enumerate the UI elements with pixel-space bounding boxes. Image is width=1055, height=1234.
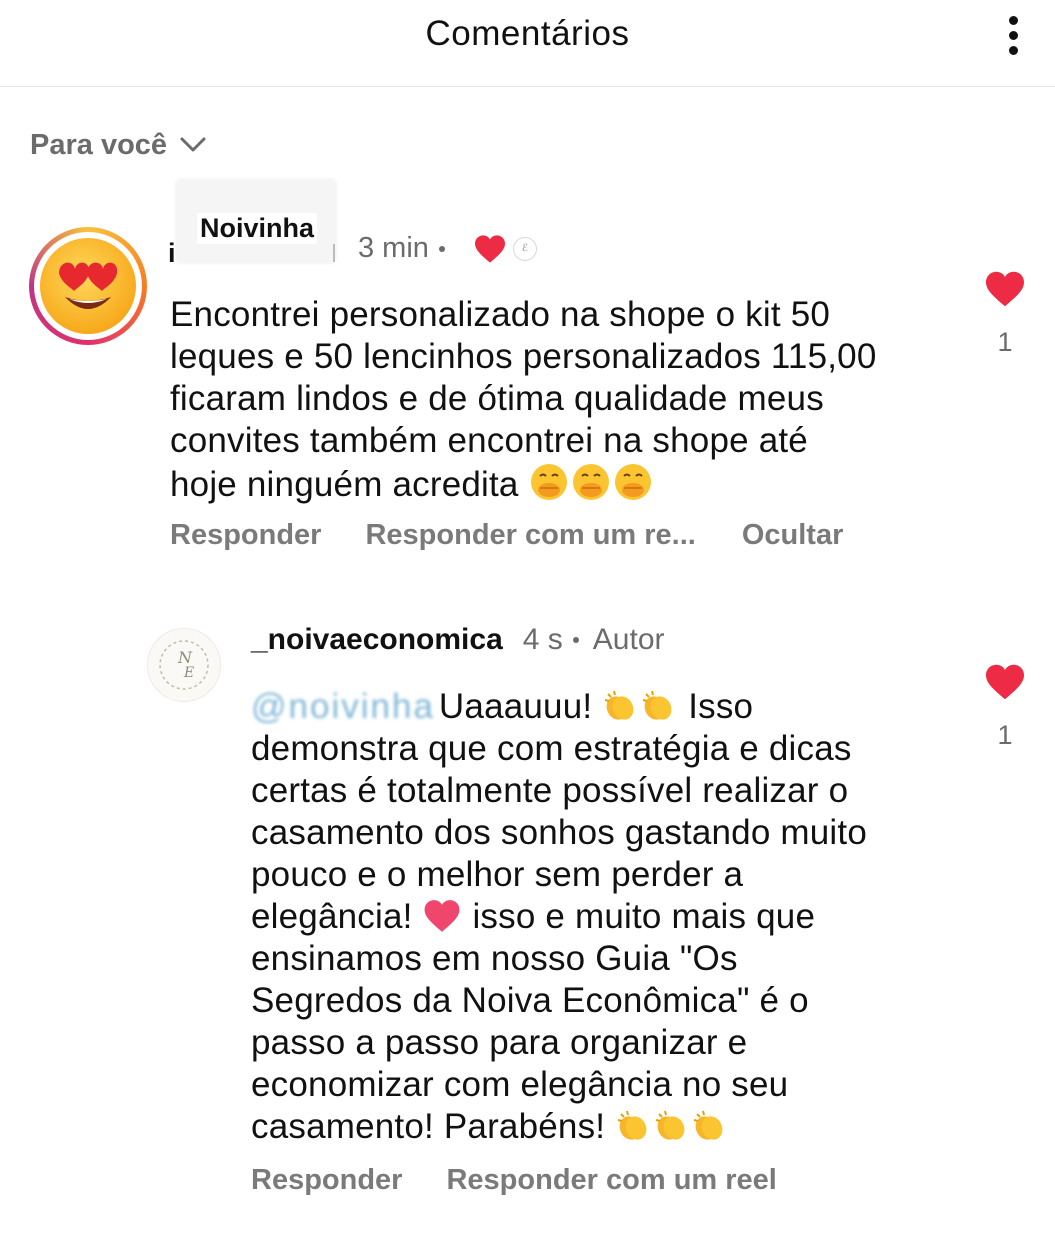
- comment-meta: 3 min ℰ: [358, 232, 537, 265]
- like-heart-icon[interactable]: [983, 270, 1027, 308]
- svg-text:E: E: [183, 665, 194, 681]
- comment-username[interactable]: Noivinha: [197, 213, 318, 244]
- reply-last-line: casamento! Parabéns!: [251, 1106, 941, 1148]
- comment-line: convites também encontrei na shope até: [170, 421, 808, 460]
- comment-last-line: hoje ninguém acredita: [170, 462, 950, 506]
- comment-line: Encontrei personalizado na shope o kit 5…: [170, 295, 831, 334]
- username-fragment: i: [168, 238, 176, 268]
- hide-button[interactable]: Ocultar: [742, 519, 844, 552]
- reply-button[interactable]: Responder: [170, 519, 321, 552]
- reply-line: casamento! Parabéns!: [251, 1107, 606, 1146]
- comment-line: hoje ninguém acredita: [170, 465, 519, 504]
- reply-first-line: @noivinha Uaaauuu! Isso: [251, 686, 941, 728]
- reply-line: elegância!: [251, 897, 413, 936]
- like-count[interactable]: 1: [982, 327, 1028, 358]
- comment-line: ficaram lindos e de ótima qualidade meus: [170, 379, 824, 418]
- reply-line: Segredos da Noiva Econômica" é o: [251, 981, 809, 1020]
- reply-line: isso e muito mais que: [472, 897, 816, 936]
- face-with-hand-over-mouth-icon: [530, 464, 567, 500]
- chevron-down-icon: [180, 137, 206, 152]
- reply-with-reel-button[interactable]: Responder com um re...: [365, 519, 695, 552]
- reply-with-reel-button[interactable]: Responder com um reel: [446, 1164, 776, 1197]
- username-fragment-bar: [333, 244, 335, 262]
- blurred-mention[interactable]: @noivinha: [251, 686, 435, 728]
- reply-line: ensinamos em nosso Guia "Os: [251, 939, 738, 978]
- reply-heart-line: elegância! isso e muito mais que: [251, 896, 941, 938]
- reply-line: economizar com elegância no seu: [251, 1065, 789, 1104]
- reply-line: passo a passo para organizar e: [251, 1023, 748, 1062]
- reply-line: certas é totalmente possível realizar o: [251, 771, 849, 810]
- reply-line: demonstra que com estratégia e dicas: [251, 729, 852, 768]
- author-mini-avatar-icon: ℰ: [512, 236, 537, 261]
- header-bar: Comentários: [0, 0, 1055, 87]
- clapping-hands-icon: [617, 1110, 647, 1140]
- comment-timestamp: 3 min: [358, 232, 429, 264]
- like-column: 1: [982, 663, 1028, 751]
- clapping-hands-icon: [605, 690, 634, 720]
- clapping-hands-icon: [643, 690, 672, 720]
- reply-username[interactable]: _noivaeconomica: [251, 623, 503, 657]
- sort-filter-dropdown[interactable]: Para você: [30, 125, 207, 165]
- face-with-hand-over-mouth-icon: [572, 464, 609, 500]
- face-with-hand-over-mouth-icon: [614, 464, 651, 500]
- reply-body: @noivinha Uaaauuu! Isso demonstra que com…: [251, 686, 941, 1148]
- sort-filter-label: Para você: [30, 128, 168, 161]
- reply-line: pouco e o melhor sem perder a: [251, 855, 744, 894]
- pink-heart-icon: [424, 900, 459, 932]
- avatar[interactable]: N E: [147, 628, 221, 702]
- comment-line: leques e 50 lencinhos personalizados 115…: [170, 337, 877, 376]
- author-badge: Autor: [592, 623, 665, 656]
- monogram-logo-icon: N E: [159, 640, 209, 690]
- like-column: 1: [982, 270, 1028, 358]
- like-count[interactable]: 1: [982, 720, 1028, 751]
- reply-line: Uaaauuu!: [438, 687, 593, 726]
- reply-timestamp: 4 s: [522, 623, 563, 656]
- separator-dot: [438, 245, 445, 252]
- clapping-hands-icon: [693, 1110, 723, 1140]
- author-liked-heart-icon: [474, 234, 505, 263]
- comment-actions: Responder Responder com um re... Ocultar: [170, 519, 843, 552]
- like-heart-icon[interactable]: [983, 663, 1027, 701]
- clapping-hands-icon: [655, 1110, 685, 1140]
- reply-button[interactable]: Responder: [251, 1164, 402, 1197]
- more-vertical-icon[interactable]: [996, 12, 1032, 58]
- comment-body: Encontrei personalizado na shope o kit 5…: [170, 294, 950, 506]
- heart-eyes-emoji-avatar: [40, 238, 136, 334]
- reply-header: _noivaeconomica 4 s Autor: [251, 623, 665, 657]
- avatar[interactable]: [29, 227, 147, 345]
- reply-line: Isso: [688, 687, 754, 726]
- reply-actions: Responder Responder com um reel: [251, 1164, 777, 1197]
- page-title: Comentários: [425, 14, 630, 53]
- reply-line: casamento dos sonhos gastando muito: [251, 813, 867, 852]
- separator-dot: [572, 637, 579, 643]
